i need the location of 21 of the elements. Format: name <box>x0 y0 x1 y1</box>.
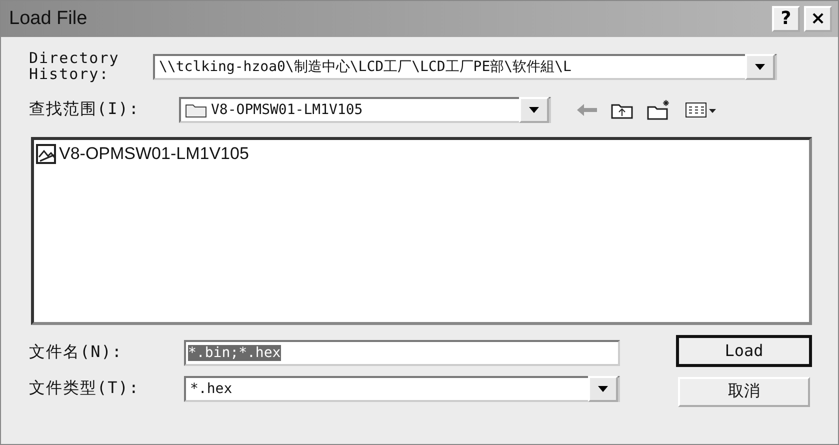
file-item[interactable]: V8-OPMSW01-LM1V105 <box>34 142 251 166</box>
caret-icon <box>755 64 765 70</box>
directory-history-label: Directory History: <box>29 51 120 82</box>
folder-icon <box>185 102 207 118</box>
caret-icon <box>529 106 539 112</box>
directory-history-dropdown[interactable]: \\tclking-hzoa0\制造中心\LCD工厂\LCD工厂PE部\软件組\L <box>153 54 777 80</box>
view-menu-icon[interactable] <box>685 102 717 118</box>
file-name-label: 文件名(N): <box>29 344 124 361</box>
file-icon <box>36 144 56 164</box>
file-name-field[interactable]: *.bin;*.hex <box>184 340 620 366</box>
file-type-label: 文件类型(T): <box>29 380 141 397</box>
new-folder-icon[interactable] <box>647 100 671 120</box>
look-in-label: 查找范围(I): <box>29 101 141 118</box>
look-in-dropdown[interactable]: V8-OPMSW01-LM1V105 <box>179 96 551 122</box>
help-button[interactable]: ? <box>772 6 800 32</box>
cancel-button[interactable]: 取消 <box>678 376 810 406</box>
caret-icon <box>598 386 608 392</box>
close-button[interactable]: × <box>804 6 832 32</box>
file-type-dropdown[interactable]: *.hex <box>184 376 620 402</box>
window-title: Load File <box>9 8 88 30</box>
load-button[interactable]: Load <box>676 334 812 366</box>
